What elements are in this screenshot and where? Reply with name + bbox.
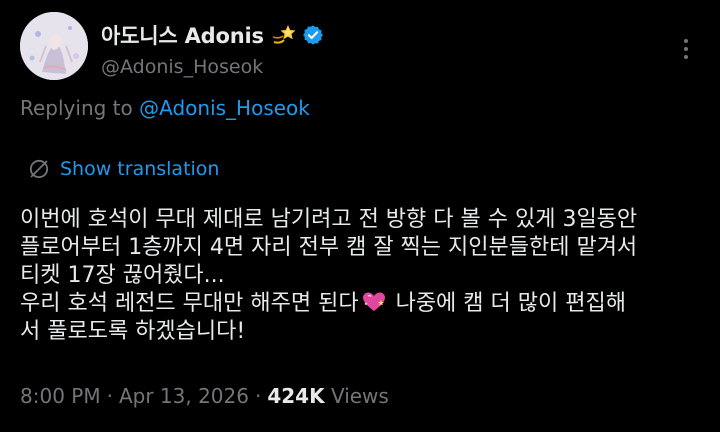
show-translation-label[interactable]: Show translation <box>60 158 219 180</box>
tweet-time[interactable]: 8:00 PM <box>20 384 101 408</box>
author-name-row[interactable]: 아도니스 Adonis <box>101 20 324 50</box>
replying-to: Replying to @Adonis_Hoseok <box>20 96 310 120</box>
tweet-text-line: 티켓 17장 끊어줬다... <box>20 263 225 288</box>
avatar-image <box>20 12 88 80</box>
separator-dot: · <box>254 384 262 408</box>
tweet-text-line: 이번에 호석이 무대 제대로 남기려고 전 방향 다 볼 수 있게 3일동안 <box>20 207 638 232</box>
tweet-text-line: 서 풀로도록 하겠습니다! <box>20 319 246 344</box>
views-label[interactable]: Views <box>331 384 389 408</box>
tweet-date[interactable]: Apr 13, 2026 <box>119 384 249 408</box>
author-handle[interactable]: @Adonis_Hoseok <box>101 56 263 78</box>
replying-prefix: Replying to <box>20 96 133 120</box>
tweet-text-segment: 나중에 캠 더 많이 편집해 <box>395 291 626 316</box>
tweet-text-segment: 우리 호석 레전드 무대만 해주면 된다 <box>20 291 359 316</box>
tweet-text: 이번에 호석이 무대 제대로 남기려고 전 방향 다 볼 수 있게 3일동안 플… <box>20 206 710 346</box>
translate-icon <box>29 159 49 179</box>
avatar[interactable] <box>20 12 88 80</box>
display-name[interactable]: 아도니스 Adonis <box>101 20 264 50</box>
sparkling-heart-emoji-icon <box>362 292 385 311</box>
more-options-icon[interactable] <box>672 34 700 64</box>
replying-to-handle-link[interactable]: @Adonis_Hoseok <box>139 96 310 120</box>
views-count[interactable]: 424K <box>267 384 324 408</box>
tweet-metadata: 8:00 PM · Apr 13, 2026 · 424K Views <box>20 384 389 408</box>
tweet-text-line: 우리 호석 레전드 무대만 해주면 된다 나중에 캠 더 많이 편집해 <box>20 290 710 318</box>
tweet-text-line: 플로어부터 1층까지 4면 자리 전부 캠 잘 찍는 지인분들한테 맡겨서 <box>20 235 638 260</box>
separator-dot: · <box>106 384 113 408</box>
dizzy-star-emoji-icon <box>272 25 296 44</box>
show-translation-button[interactable]: Show translation <box>28 158 219 180</box>
verified-badge-icon <box>302 25 323 45</box>
